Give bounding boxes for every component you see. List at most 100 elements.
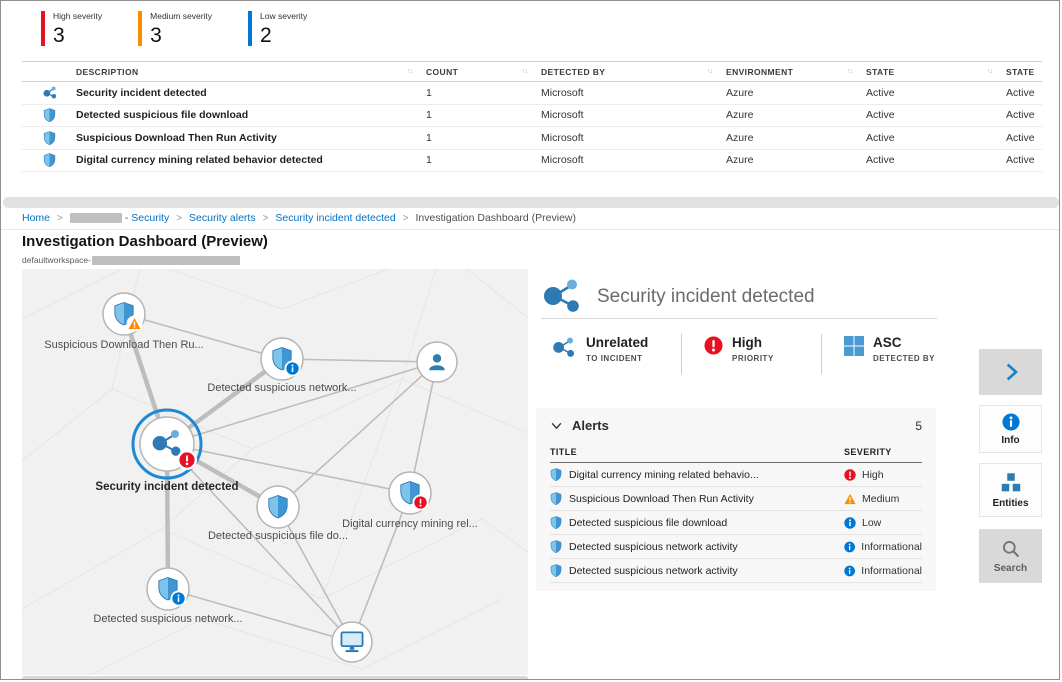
- stat-label: TO INCIDENT: [586, 354, 648, 363]
- stat-value: Unrelated: [586, 336, 648, 351]
- sort-icon[interactable]: ↑↓: [522, 68, 527, 75]
- alerts-table: DESCRIPTION↑↓ COUNT↑↓ DETECTED BY↑↓ ENVI…: [22, 61, 1042, 172]
- search-icon: [1001, 539, 1021, 559]
- list-item[interactable]: Detected suspicious file download Low: [550, 511, 922, 535]
- tab-entities[interactable]: Entities: [979, 463, 1042, 517]
- info-icon: [844, 565, 855, 577]
- warning-icon: [844, 493, 856, 505]
- sort-icon[interactable]: ↑↓: [987, 68, 992, 75]
- list-item[interactable]: Detected suspicious network activity Inf…: [550, 535, 922, 559]
- sort-icon[interactable]: ↑↓: [707, 68, 712, 75]
- entities-icon: [999, 472, 1023, 494]
- side-tab-strip: Info Entities Search: [979, 349, 1042, 583]
- shield-icon: [22, 108, 76, 122]
- redacted-text: [70, 213, 122, 223]
- stat-label: DETECTED BY: [873, 354, 935, 363]
- error-icon: [844, 469, 856, 481]
- incident-link-icon: [551, 336, 577, 360]
- low-severity-tile[interactable]: Low severity 2: [248, 11, 307, 46]
- incident-icon: [541, 277, 583, 317]
- details-title: Security incident detected: [597, 286, 815, 308]
- graph-node-suspicious-download[interactable]: [103, 293, 145, 335]
- error-icon: [414, 496, 426, 508]
- count-column-header[interactable]: COUNT↑↓: [426, 67, 541, 77]
- graph-node-network-lower[interactable]: [147, 568, 189, 610]
- list-item[interactable]: Suspicious Download Then Run Activity Me…: [550, 487, 922, 511]
- sort-icon[interactable]: ↑↓: [407, 68, 412, 75]
- alerts-section-header[interactable]: Alerts 5: [536, 408, 936, 442]
- stat-value: High: [732, 336, 774, 351]
- graph-node-label: Suspicious Download Then Ru...: [24, 339, 224, 351]
- error-icon: [179, 452, 194, 467]
- tab-label: Search: [994, 563, 1027, 574]
- alerts-list: TITLE SEVERITY Digital currency mining r…: [550, 442, 922, 583]
- info-icon: [286, 362, 298, 374]
- redacted-text: [92, 256, 240, 265]
- graph-node-digital-currency[interactable]: [389, 472, 431, 514]
- severity-summary: High severity 3 Medium severity 3 Low se…: [41, 11, 307, 46]
- breadcrumb-home[interactable]: Home: [22, 212, 50, 224]
- medium-severity-tile[interactable]: Medium severity 3: [138, 11, 212, 46]
- shield-icon: [550, 468, 562, 481]
- graph-node-host[interactable]: [332, 622, 372, 662]
- graph-node-label: Detected suspicious file do...: [178, 530, 378, 542]
- shield-icon: [22, 153, 76, 167]
- tab-label: Info: [1001, 435, 1019, 446]
- expand-panel-button[interactable]: [979, 349, 1042, 395]
- state-column-header[interactable]: STATE↑↓: [866, 67, 1006, 77]
- table-row[interactable]: Security incident detected 1 Microsoft A…: [22, 82, 1042, 105]
- investigation-dashboard-window: High severity 3 Medium severity 3 Low se…: [0, 0, 1060, 680]
- sort-icon[interactable]: ↑↓: [847, 68, 852, 75]
- tab-info[interactable]: Info: [979, 405, 1042, 453]
- stat-unrelated: Unrelated TO INCIDENT: [541, 334, 681, 374]
- title-column-header: TITLE: [550, 447, 844, 457]
- low-severity-label: Low severity: [260, 11, 307, 21]
- breadcrumb-separator: [263, 212, 269, 224]
- workspace-subtitle: defaultworkspace-: [22, 255, 240, 265]
- table-row[interactable]: Digital currency mining related behavior…: [22, 150, 1042, 173]
- info-icon: [1002, 413, 1020, 431]
- detected-by-column-header[interactable]: DETECTED BY↑↓: [541, 67, 726, 77]
- shield-icon: [550, 492, 562, 505]
- tab-label: Entities: [992, 498, 1028, 509]
- breadcrumb-separator: [176, 212, 182, 224]
- list-item[interactable]: Detected suspicious network activity Inf…: [550, 559, 922, 583]
- high-severity-label: High severity: [53, 11, 102, 21]
- details-header: Security incident detected: [541, 275, 937, 319]
- graph-node-user[interactable]: [417, 342, 457, 382]
- breadcrumb-current: Investigation Dashboard (Preview): [416, 212, 577, 224]
- high-severity-count: 3: [53, 25, 102, 46]
- high-severity-tile[interactable]: High severity 3: [41, 11, 102, 46]
- state-2-column-header[interactable]: STATE: [1006, 67, 1051, 77]
- info-icon: [844, 517, 856, 529]
- breadcrumb-security-alerts[interactable]: Security alerts: [189, 212, 256, 224]
- error-icon: [704, 336, 723, 355]
- chevron-right-icon: [1001, 361, 1021, 383]
- investigation-graph: Suspicious Download Then Ru... Detected …: [22, 269, 528, 675]
- page-title: Investigation Dashboard (Preview): [22, 233, 268, 250]
- breadcrumb-security[interactable]: - Security: [70, 212, 169, 224]
- breadcrumb-security-incident[interactable]: Security incident detected: [275, 212, 395, 224]
- low-severity-count: 2: [260, 25, 307, 46]
- stat-label: PRIORITY: [732, 354, 774, 363]
- severity-column-header: SEVERITY: [844, 447, 922, 457]
- environment-column-header[interactable]: ENVIRONMENT↑↓: [726, 67, 866, 77]
- description-column-header[interactable]: DESCRIPTION↑↓: [76, 67, 426, 77]
- blade-divider: [1, 229, 1059, 230]
- shield-icon: [550, 540, 562, 553]
- medium-severity-count: 3: [150, 25, 212, 46]
- info-icon: [844, 541, 855, 553]
- horizontal-scrollbar[interactable]: [3, 197, 1059, 208]
- alerts-count-badge: 5: [915, 419, 922, 433]
- shield-icon: [22, 131, 76, 145]
- graph-node-label: Detected suspicious network...: [182, 382, 382, 394]
- chevron-down-icon[interactable]: [550, 419, 563, 432]
- graph-node-security-incident[interactable]: [133, 410, 201, 478]
- graph-node-network-upper[interactable]: [261, 338, 303, 380]
- list-item[interactable]: Digital currency mining related behavio.…: [550, 463, 922, 487]
- medium-severity-label: Medium severity: [150, 11, 212, 21]
- graph-horizontal-scrollbar[interactable]: [22, 676, 528, 680]
- table-row[interactable]: Suspicious Download Then Run Activity 1 …: [22, 127, 1042, 150]
- table-row[interactable]: Detected suspicious file download 1 Micr…: [22, 105, 1042, 128]
- tab-search[interactable]: Search: [979, 529, 1042, 583]
